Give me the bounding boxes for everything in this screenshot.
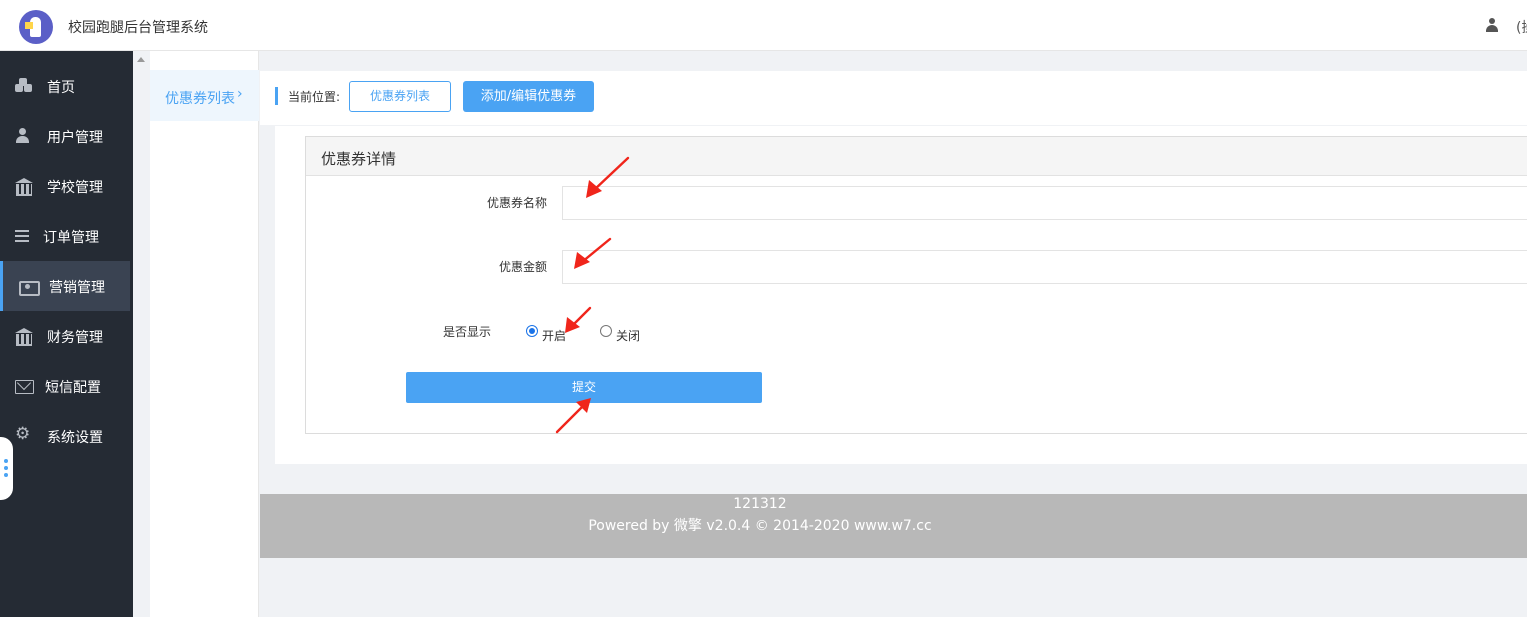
breadcrumb-marker: [275, 87, 278, 105]
display-off-label[interactable]: 关闭: [616, 327, 640, 344]
app-logo[interactable]: [19, 10, 53, 44]
coupon-name-input[interactable]: [562, 186, 1527, 220]
display-on-radio[interactable]: [526, 325, 538, 337]
footer: 121312 Powered by 微擎 v2.0.4 © 2014-2020 …: [260, 494, 1527, 558]
sidebar-item-label: 订单管理: [43, 230, 99, 246]
sidebar-item-label: 营销管理: [49, 280, 105, 296]
coupon-amount-label: 优惠金额: [499, 260, 548, 274]
sidebar-item-label: 用户管理: [47, 130, 103, 146]
mail-icon: [15, 378, 34, 394]
breadcrumb-label: 当前位置:: [288, 90, 341, 104]
footer-line-1: 121312: [733, 496, 787, 512]
sidebar-item-label: 短信配置: [45, 380, 101, 396]
breadcrumb: 当前位置: 优惠券列表 添加/编辑优惠券: [260, 71, 1527, 125]
user-icon[interactable]: [1486, 18, 1498, 32]
sidebar-item-label: 首页: [47, 80, 75, 96]
user-name[interactable]: (操: [1516, 17, 1527, 37]
display-toggle-label: 是否显示: [443, 325, 492, 339]
display-off-radio[interactable]: [600, 325, 612, 337]
sub-nav: 优惠券列表 ›: [150, 51, 259, 617]
app-title: 校园跑腿后台管理系统: [68, 20, 208, 36]
add-edit-coupon-button[interactable]: 添加/编辑优惠券: [463, 81, 594, 112]
sidebar-item-orders[interactable]: 订单管理: [0, 211, 130, 261]
sidebar-item-label: 学校管理: [47, 180, 103, 196]
floating-side-handle[interactable]: [0, 437, 13, 500]
display-on-label[interactable]: 开启: [542, 327, 566, 344]
sidebar-item-marketing[interactable]: 营销管理: [0, 261, 130, 311]
panel-header: 优惠券详情: [306, 137, 1527, 176]
list-icon: [15, 228, 33, 244]
sidebar-item-home[interactable]: 首页: [0, 61, 130, 111]
chevron-right-icon: ›: [237, 86, 243, 102]
top-bar: 校园跑腿后台管理系统 (操: [0, 0, 1527, 51]
home-icon: [15, 78, 33, 94]
money-icon: [18, 278, 40, 296]
coupon-amount-input[interactable]: [562, 250, 1527, 284]
coupon-list-button[interactable]: 优惠券列表: [349, 81, 451, 112]
bank-icon: [15, 178, 33, 196]
gear-icon: [15, 424, 33, 444]
footer-copyright: Powered by 微擎 v2.0.4 © 2014-2020 www.w7.…: [588, 518, 932, 534]
sidebar-item-settings[interactable]: 系统设置: [0, 411, 130, 461]
subnav-item-coupon-list[interactable]: 优惠券列表 ›: [150, 70, 259, 121]
main-content: 优惠券详情 优惠券名称 优惠金额 是否显示 开启 关闭 提交: [275, 126, 1527, 464]
sidebar-item-label: 系统设置: [47, 430, 103, 446]
submit-button[interactable]: 提交: [406, 372, 762, 403]
user-icon: [15, 128, 33, 144]
coupon-detail-panel: 优惠券详情 优惠券名称 优惠金额 是否显示 开启 关闭 提交: [305, 136, 1527, 434]
sidebar-item-schools[interactable]: 学校管理: [0, 161, 130, 211]
panel-title: 优惠券详情: [321, 150, 397, 168]
sidebar-item-users[interactable]: 用户管理: [0, 111, 130, 161]
coupon-name-label: 优惠券名称: [487, 196, 548, 210]
sidebar-item-sms[interactable]: 短信配置: [0, 361, 130, 411]
subnav-item-label: 优惠券列表: [165, 91, 235, 107]
sidebar-item-finance[interactable]: 财务管理: [0, 311, 130, 361]
sidebar-scrollbar[interactable]: [133, 51, 150, 617]
sidebar-item-label: 财务管理: [47, 330, 103, 346]
sidebar: 首页 用户管理 学校管理 订单管理 营销管理 财务管理 短信配置 系统设置: [0, 51, 133, 617]
bank-icon: [15, 328, 33, 346]
